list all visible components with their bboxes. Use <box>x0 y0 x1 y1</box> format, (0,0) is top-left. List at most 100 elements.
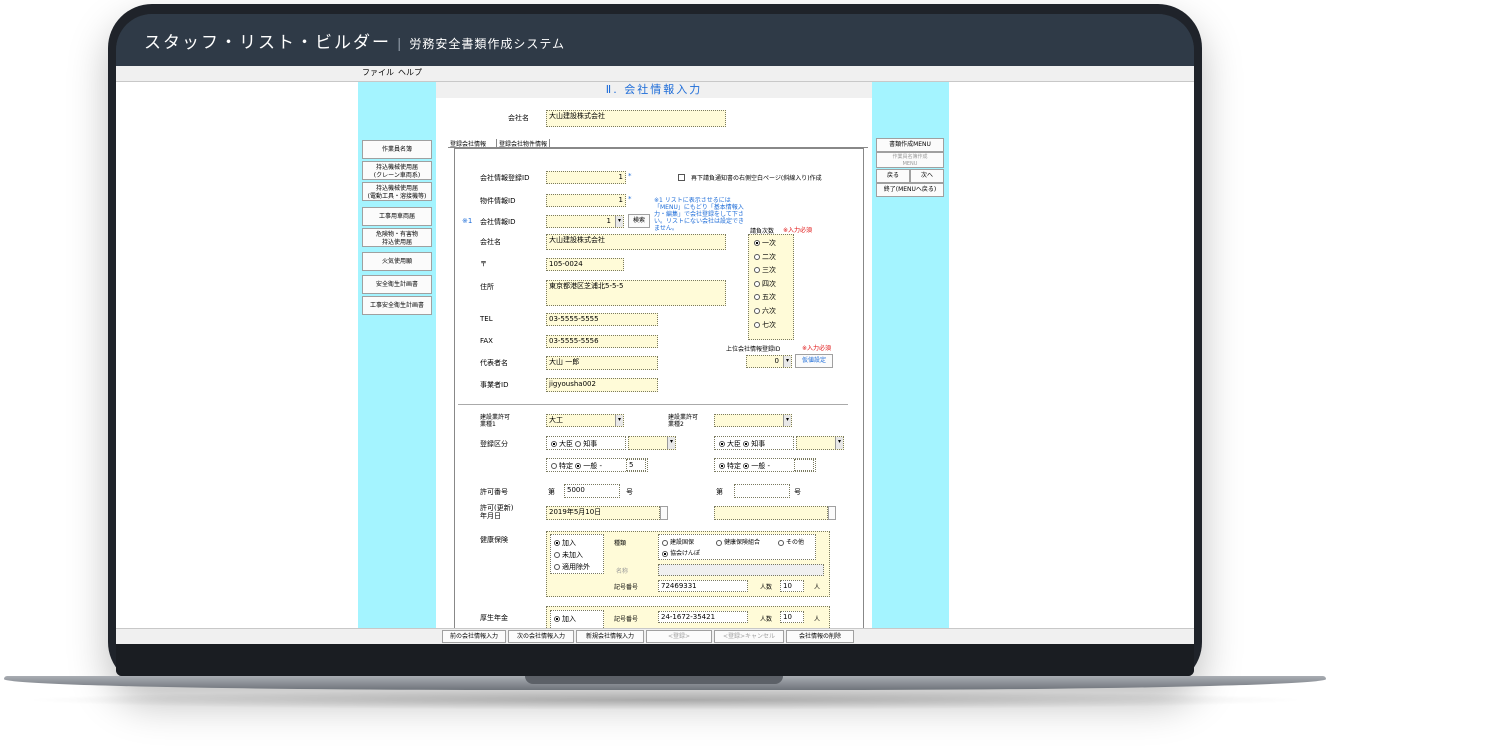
radio-kind-1[interactable] <box>662 539 668 546</box>
permit-no-2-field[interactable] <box>734 484 790 498</box>
contract-tier-option[interactable]: 六次 <box>754 306 792 320</box>
permit-date-2-field[interactable] <box>714 506 828 520</box>
reg-class-1-select[interactable]: ▾ <box>628 436 676 450</box>
nav-safety-plan[interactable]: 安全衛生計画書 <box>362 275 432 294</box>
kind-option-3[interactable]: その他 <box>778 537 804 546</box>
fax-field[interactable]: 03-5555-5556 <box>546 335 658 348</box>
register-cancel-button[interactable]: <登録>キャンセル <box>714 630 784 643</box>
company-info-id-select[interactable]: 1 ▾ <box>546 215 624 228</box>
contract-tier-option[interactable]: 七次 <box>754 320 792 334</box>
contract-tier-option[interactable]: 四次 <box>754 279 792 293</box>
tab-company-info[interactable]: 登録会社情報 <box>450 139 486 148</box>
reg-class-2-select[interactable]: ▾ <box>796 436 844 450</box>
contract-tier-option[interactable]: 二次 <box>754 252 792 266</box>
chevron-down-icon: ▾ <box>615 415 623 426</box>
radio-pension-join[interactable] <box>554 616 560 622</box>
radio-contract-tier[interactable] <box>754 240 760 246</box>
health-join-option[interactable]: 加入 <box>554 538 576 548</box>
nav-work-safety-plan[interactable]: 工事安全衛生計画書 <box>362 296 432 315</box>
radio-general-2[interactable] <box>743 463 750 469</box>
permit-dai-2: 第 <box>716 488 723 496</box>
nav-worker-list[interactable]: 作業員名簿 <box>362 140 432 159</box>
upper-id-select[interactable]: 0 ▾ <box>746 355 792 368</box>
rep-field[interactable]: 大山 一郎 <box>546 356 658 370</box>
doc-menu-button[interactable]: 書類作成MENU <box>876 138 944 152</box>
radio-health-join[interactable] <box>554 540 560 546</box>
title-bar: スタッフ・リスト・ビルダー | 労務安全書類作成システム <box>116 14 1194 66</box>
radio-contract-tier[interactable] <box>754 267 760 274</box>
tel-field[interactable]: 03-5555-5555 <box>546 313 658 326</box>
radio-minister-1[interactable] <box>551 441 557 447</box>
nav-vehicle[interactable]: 工事用車両届 <box>362 207 432 226</box>
menu-help[interactable]: ヘルプ <box>398 67 422 78</box>
chevron-down-icon: ▾ <box>783 356 791 367</box>
radio-kind-4[interactable] <box>662 550 668 557</box>
health-notjoin-option[interactable]: 未加入 <box>554 550 583 560</box>
radio-special-2[interactable] <box>719 463 725 469</box>
provisional-value-button[interactable]: 仮値設定 <box>795 354 833 368</box>
nav-machine-tools[interactable]: 持込機械使用届 (電動工具・溶接機等) <box>362 182 432 201</box>
menu-file[interactable]: ファイル <box>362 67 394 78</box>
radio-health-exempt[interactable] <box>554 564 560 570</box>
new-company-button[interactable]: 新規会社情報入力 <box>576 630 644 643</box>
radio-kind-2[interactable] <box>716 539 722 546</box>
pension-join-option[interactable]: 加入 <box>554 614 576 624</box>
permit-date-2-picker[interactable] <box>828 506 836 520</box>
nav-fire[interactable]: 火気使用願 <box>362 252 432 271</box>
contract-tier-option[interactable]: 三次 <box>754 265 792 279</box>
radio-general-1[interactable] <box>575 463 582 469</box>
reprint-checkbox[interactable] <box>678 174 685 181</box>
nav-hazard[interactable]: 危険物・有害物 持込使用届 <box>362 228 432 247</box>
address-field[interactable]: 東京都港区芝浦北5-5-5 <box>546 280 726 306</box>
radio-minister-2[interactable] <box>719 441 725 447</box>
nav-hazard-label: 危険物・有害物 持込使用届 <box>375 231 418 246</box>
zip-field[interactable]: 105-0024 <box>546 258 624 271</box>
back-button[interactable]: 戻る <box>876 169 910 183</box>
exit-button[interactable]: 終了(MENUへ戻る) <box>876 183 944 197</box>
prev-company-button[interactable]: 前の会社情報入力 <box>442 630 506 643</box>
radio-contract-tier[interactable] <box>754 253 760 260</box>
people-field[interactable]: 10 <box>780 580 804 592</box>
register-button[interactable]: <登録> <box>646 630 712 643</box>
radio-kind-3[interactable] <box>778 539 784 546</box>
nav-machine-tools-label: 持込機械使用届 (電動工具・溶接機等) <box>367 185 427 200</box>
license-type2-select[interactable]: ▾ <box>714 414 792 427</box>
radio-governor-1[interactable] <box>575 441 582 447</box>
tab-property-info[interactable]: 登録会社物件情報 <box>496 139 551 148</box>
general-no-1-field[interactable]: 5 <box>626 459 646 471</box>
pension-code-field[interactable]: 24-1672-35421 <box>658 611 748 623</box>
permit-no-1-field[interactable]: 5000 <box>564 484 620 498</box>
radio-contract-tier[interactable] <box>754 280 760 287</box>
permit-date-1-field[interactable]: 2019年5月10日 <box>546 506 660 520</box>
general-no-2-field[interactable] <box>794 459 814 471</box>
license-type1-select[interactable]: 大工 ▾ <box>546 414 624 427</box>
kind-option-4[interactable]: 協会けんぽ <box>662 548 700 557</box>
code-field[interactable]: 72469331 <box>658 580 748 592</box>
reprint-label: 再下請負通知書の右側空白ページ(斜線入り)作成 <box>691 175 822 182</box>
radio-contract-tier[interactable] <box>754 307 760 314</box>
contract-tier-option[interactable]: 一次 <box>754 238 792 252</box>
delete-company-button[interactable]: 会社情報の削除 <box>786 630 854 643</box>
radio-special-1[interactable] <box>551 463 557 469</box>
contract-tier-option[interactable]: 五次 <box>754 292 792 306</box>
permit-date-1-picker[interactable] <box>660 506 668 520</box>
radio-governor-2[interactable] <box>743 441 750 447</box>
search-button[interactable]: 検索 <box>628 214 650 228</box>
pension-people-field[interactable]: 10 <box>780 611 804 623</box>
health-exempt-option[interactable]: 適用除外 <box>554 562 590 572</box>
next-button[interactable]: 次へ <box>910 169 944 183</box>
office-id-field[interactable]: jigyousha002 <box>546 378 658 392</box>
worker-menu-button[interactable]: 作業員名簿作成 MENU <box>876 152 944 168</box>
nav-machine-crane[interactable]: 持込機械使用届 (クレーン車両系) <box>362 161 432 180</box>
radio-contract-tier[interactable] <box>754 321 760 328</box>
kind-option-2[interactable]: 健康保険組合 <box>716 537 760 546</box>
radio-contract-tier[interactable] <box>754 294 760 301</box>
property-id-field[interactable]: 1 <box>546 194 626 207</box>
company-id-field[interactable]: 1 <box>546 171 626 184</box>
radio-health-notjoin[interactable] <box>554 552 560 558</box>
pension-people-label: 人数 <box>760 616 773 623</box>
next-company-button[interactable]: 次の会社情報入力 <box>508 630 574 643</box>
insurer-name-field[interactable] <box>658 564 824 576</box>
name-field[interactable]: 大山建設株式会社 <box>546 234 726 250</box>
kind-option-1[interactable]: 建設国保 <box>662 537 694 546</box>
